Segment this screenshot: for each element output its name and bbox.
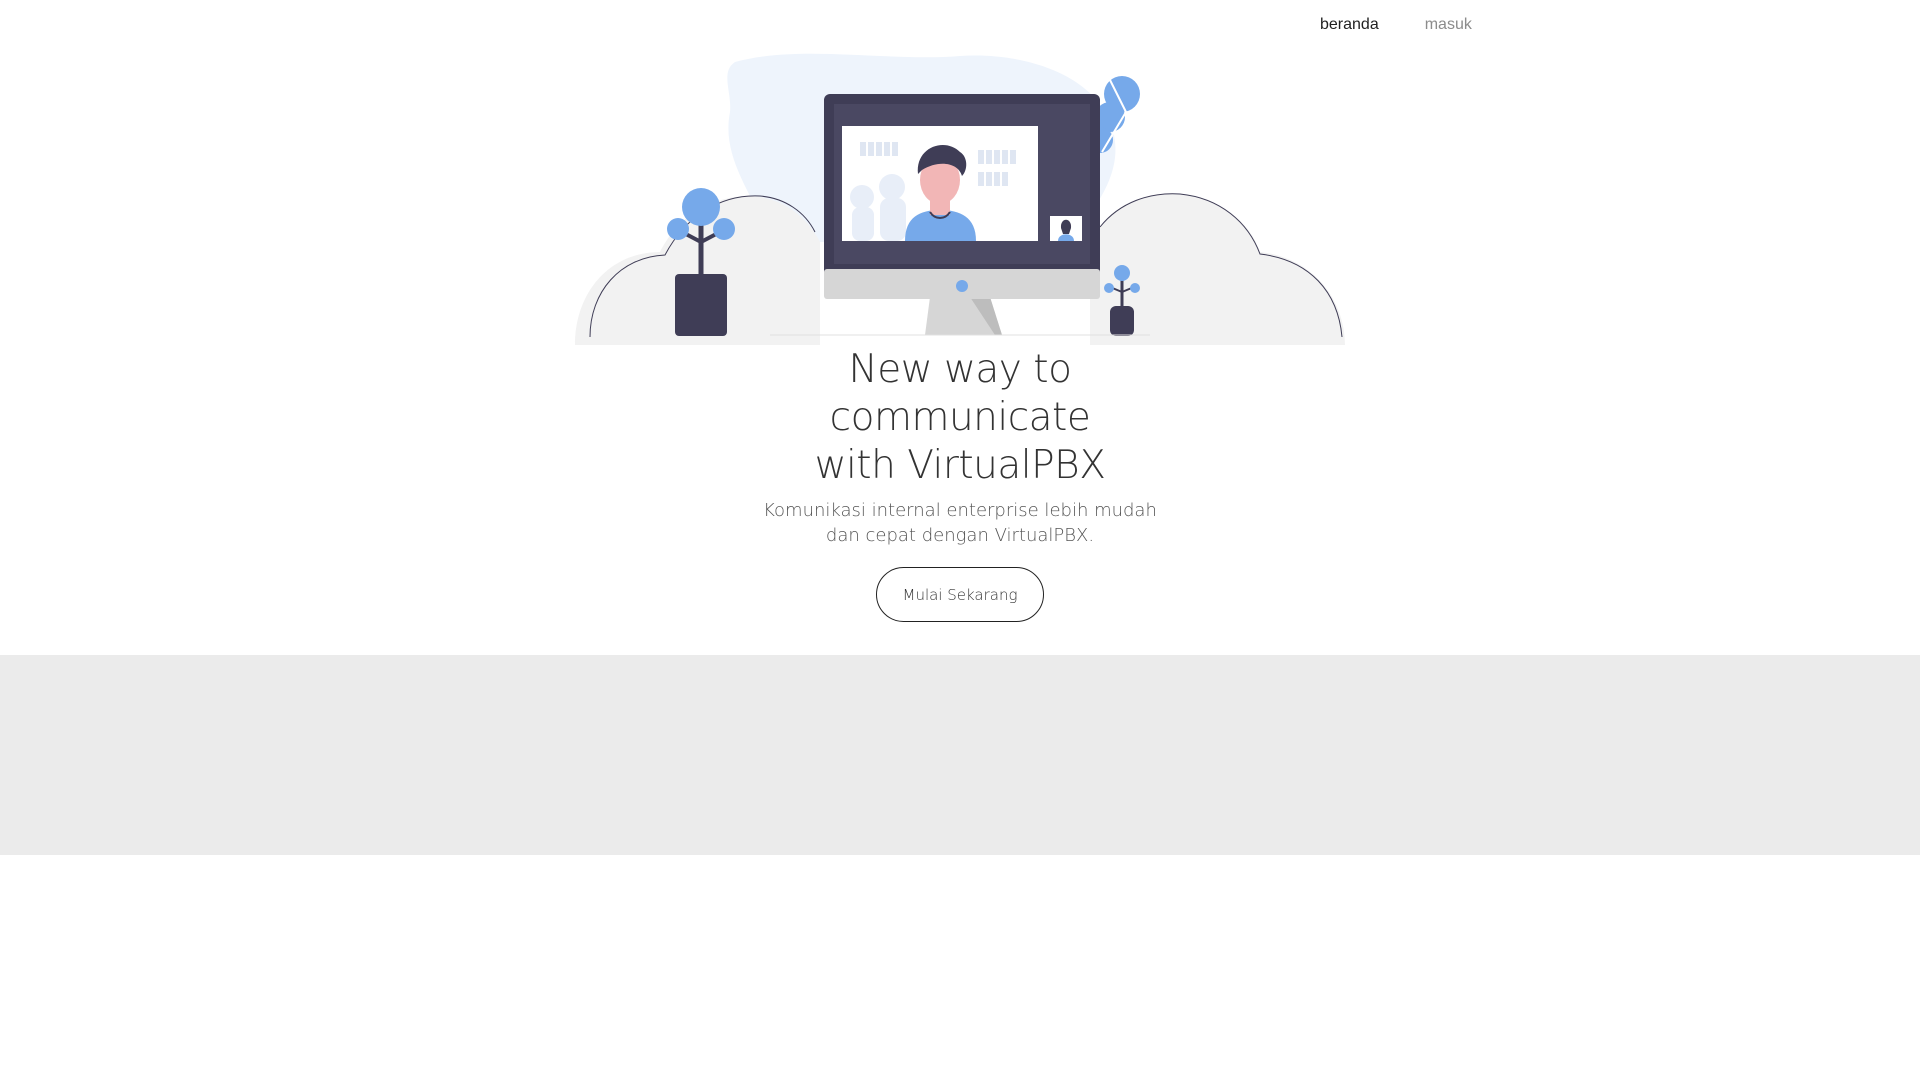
hero-subtitle-line: Komunikasi internal enterprise lebih mud… xyxy=(763,500,1157,521)
hero-title-line: New way to xyxy=(848,347,1072,392)
hero-text: New way to communicate with VirtualPBX K… xyxy=(0,346,1920,548)
hero-subtitle-line: dan cepat dengan VirtualPBX. xyxy=(825,525,1095,546)
top-nav: beranda masuk xyxy=(1320,16,1472,34)
nav-link-masuk[interactable]: masuk xyxy=(1425,16,1472,34)
hero-title: New way to communicate with VirtualPBX xyxy=(660,346,1260,490)
hero-title-line: communicate xyxy=(829,395,1091,440)
nav-link-beranda[interactable]: beranda xyxy=(1320,16,1379,34)
page: beranda masuk New way to communicate wit… xyxy=(0,0,1920,1080)
grey-section-band xyxy=(0,655,1920,855)
hero-title-line: with VirtualPBX xyxy=(814,443,1106,488)
monitor-icon xyxy=(824,94,1100,299)
start-now-button[interactable]: Mulai Sekarang xyxy=(876,567,1044,622)
video-call-illustration xyxy=(575,53,1345,345)
hero-subtitle: Komunikasi internal enterprise lebih mud… xyxy=(660,498,1260,548)
